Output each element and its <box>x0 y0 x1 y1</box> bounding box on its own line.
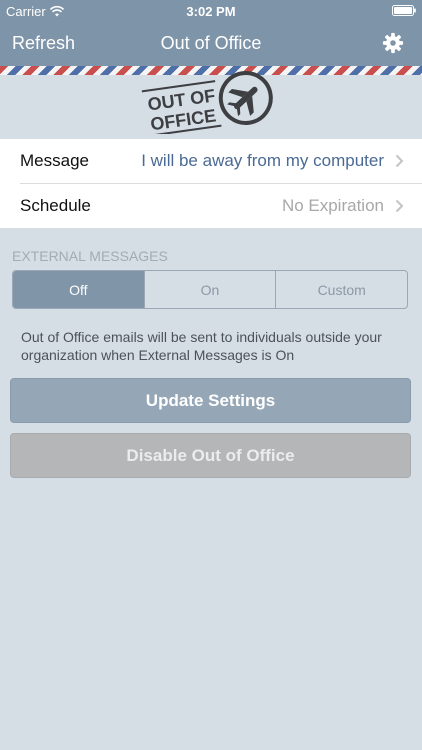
external-messages-info: Out of Office emails will be sent to ind… <box>21 329 382 363</box>
chevron-right-icon <box>395 199 404 213</box>
message-label: Message <box>20 151 89 170</box>
segment-off[interactable]: Off <box>13 271 144 308</box>
schedule-row[interactable]: Schedule No Expiration <box>0 184 422 228</box>
navigation-bar: Refresh Out of Office <box>0 22 422 66</box>
disable-out-of-office-button[interactable]: Disable Out of Office <box>10 433 411 478</box>
status-time: 3:02 PM <box>186 4 236 19</box>
external-messages-segmented-control: Off On Custom <box>12 270 408 309</box>
update-settings-button[interactable]: Update Settings <box>10 378 411 423</box>
battery-icon <box>392 5 416 16</box>
message-row[interactable]: Message I will be away from my computer <box>0 139 422 184</box>
page-title: Out of Office <box>160 33 262 53</box>
segment-on[interactable]: On <box>143 271 276 308</box>
out-of-office-stamp-logo: OUT OF OFFICE <box>141 70 273 134</box>
schedule-value: No Expiration <box>281 196 384 215</box>
gear-icon[interactable] <box>382 32 404 54</box>
schedule-label: Schedule <box>20 196 91 215</box>
status-bar: Carrier 3:02 PM <box>0 0 422 22</box>
message-value: I will be away from my computer <box>141 151 384 170</box>
external-messages-header: EXTERNAL MESSAGES <box>12 248 168 264</box>
settings-table: Message I will be away from my computer … <box>0 139 422 228</box>
header-bar: Carrier 3:02 PM Refresh Out of Office <box>0 0 422 66</box>
chevron-right-icon <box>395 154 404 168</box>
segment-custom[interactable]: Custom <box>275 271 407 308</box>
